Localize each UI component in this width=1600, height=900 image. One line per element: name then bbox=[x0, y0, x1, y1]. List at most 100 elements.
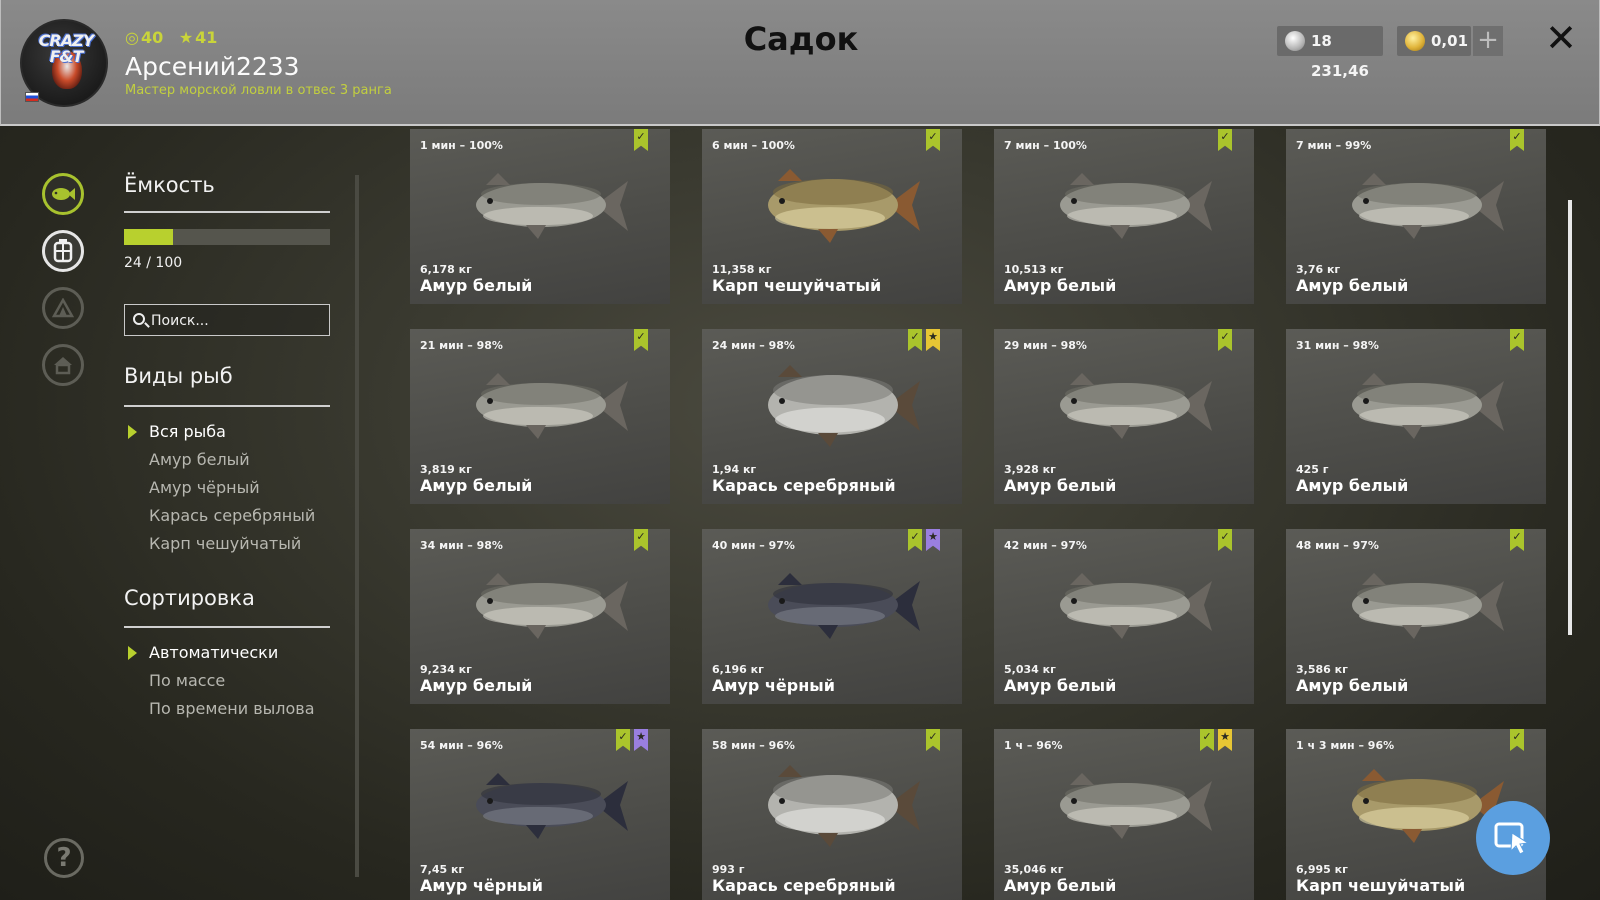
species-divider bbox=[124, 405, 330, 407]
catch-time-freshness: 7 мин – 100% bbox=[1004, 139, 1087, 152]
search-input[interactable] bbox=[151, 309, 327, 333]
check-bookmark-icon: ✓ bbox=[1510, 129, 1524, 151]
checkmark-icon: ✓ bbox=[636, 530, 646, 543]
gold-coins-icon bbox=[1405, 31, 1425, 51]
fish-card[interactable]: 54 мин – 96% 7,45 кг Амур чёрный ★ ✓ bbox=[410, 729, 670, 900]
check-bookmark-icon: ✓ bbox=[1218, 529, 1232, 551]
grass-carp-fish-image bbox=[476, 173, 628, 239]
checkmark-icon: ✓ bbox=[1512, 730, 1522, 743]
catch-time-freshness: 24 мин – 98% bbox=[712, 339, 795, 352]
check-bookmark-icon: ✓ bbox=[908, 329, 922, 351]
fish-card[interactable]: 58 мин – 96% 993 г Карась серебряный ✓ bbox=[702, 729, 962, 900]
catch-time-freshness: 21 мин – 98% bbox=[420, 339, 503, 352]
species-option-black-carp[interactable]: Амур чёрный bbox=[149, 478, 260, 497]
fish-weight: 5,034 кг bbox=[1004, 663, 1056, 676]
cursor-mode-button[interactable] bbox=[1476, 801, 1550, 875]
grass-carp-fish-image bbox=[476, 373, 628, 439]
crucian-fish-image bbox=[768, 365, 920, 447]
grass-carp-fish-image bbox=[476, 573, 628, 639]
grid-scrollbar[interactable] bbox=[1568, 200, 1572, 635]
checkmark-icon: ✓ bbox=[1202, 730, 1212, 743]
keepnet-tab-icon[interactable] bbox=[42, 230, 84, 272]
checkmark-icon: ✓ bbox=[618, 730, 628, 743]
catch-time-freshness: 58 мин – 96% bbox=[712, 739, 795, 752]
catch-time-freshness: 1 ч 3 мин – 96% bbox=[1296, 739, 1395, 752]
fish-weight: 7,45 кг bbox=[420, 863, 465, 876]
fish-card[interactable]: 42 мин – 97% 5,034 кг Амур белый ✓ bbox=[994, 529, 1254, 704]
fish-card[interactable]: 40 мин – 97% 6,196 кг Амур чёрный ★ ✓ bbox=[702, 529, 962, 704]
fish-card[interactable]: 6 мин – 100% 11,358 кг Карп чешуйчатый ✓ bbox=[702, 129, 962, 304]
catch-time-freshness: 29 мин – 98% bbox=[1004, 339, 1087, 352]
silver-balance: 18 231,46 bbox=[1277, 26, 1383, 80]
checkmark-icon: ✓ bbox=[636, 130, 646, 143]
catch-time-freshness: 54 мин – 96% bbox=[420, 739, 503, 752]
grass-carp-fish-image bbox=[1060, 373, 1212, 439]
player-rank: Мастер морской ловли в отвес 3 ранга bbox=[125, 83, 392, 98]
species-option-carp[interactable]: Карп чешуйчатый bbox=[149, 534, 301, 553]
fish-card[interactable]: 21 мин – 98% 3,819 кг Амур белый ✓ bbox=[410, 329, 670, 504]
rare-star-bookmark-icon: ★ bbox=[634, 729, 648, 751]
trophy-star-bookmark-icon: ★ bbox=[926, 329, 940, 351]
tent-tab-icon[interactable] bbox=[42, 287, 84, 329]
catch-time-freshness: 7 мин – 99% bbox=[1296, 139, 1372, 152]
fish-weight: 3,76 кг bbox=[1296, 263, 1341, 276]
sort-option-weight[interactable]: По массе bbox=[149, 671, 225, 690]
grass-carp-fish-image bbox=[1060, 173, 1212, 239]
fish-weight: 3,819 кг bbox=[420, 463, 472, 476]
checkmark-icon: ✓ bbox=[910, 530, 920, 543]
fish-card[interactable]: 24 мин – 98% 1,94 кг Карась серебряный ★ ✓ bbox=[702, 329, 962, 504]
species-option-all[interactable]: Вся рыба bbox=[149, 422, 226, 441]
grass-carp-fish-image bbox=[1352, 373, 1504, 439]
fish-name: Амур белый bbox=[1004, 276, 1117, 295]
sort-option-time[interactable]: По времени вылова bbox=[149, 699, 315, 718]
species-option-crucian[interactable]: Карась серебряный bbox=[149, 506, 315, 525]
check-bookmark-icon: ✓ bbox=[1218, 329, 1232, 351]
selected-arrow-icon bbox=[128, 425, 137, 439]
star-icon: ★ bbox=[178, 28, 194, 47]
add-currency-button[interactable]: + bbox=[1473, 26, 1503, 56]
species-option-grass-carp[interactable]: Амур белый bbox=[149, 450, 250, 469]
fish-card[interactable]: 34 мин – 98% 9,234 кг Амур белый ✓ bbox=[410, 529, 670, 704]
fish-name: Амур чёрный bbox=[420, 876, 543, 895]
close-button[interactable]: ✕ bbox=[1541, 18, 1581, 58]
fish-weight: 425 г bbox=[1296, 463, 1329, 476]
fish-weight: 6,995 кг bbox=[1296, 863, 1348, 876]
search-box[interactable] bbox=[124, 304, 330, 336]
fish-card[interactable]: 1 мин – 100% 6,178 кг Амур белый ✓ bbox=[410, 129, 670, 304]
fish-card[interactable]: 31 мин – 98% 425 г Амур белый ✓ bbox=[1286, 329, 1546, 504]
filter-panel-scrollbar[interactable] bbox=[355, 175, 359, 877]
check-bookmark-icon: ✓ bbox=[926, 129, 940, 151]
fish-name: Карп чешуйчатый bbox=[712, 276, 882, 295]
help-button[interactable]: ? bbox=[44, 838, 84, 878]
player-name: Арсений2233 bbox=[125, 52, 300, 81]
fish-tab-icon[interactable] bbox=[42, 173, 84, 215]
russia-flag-icon bbox=[25, 92, 39, 102]
star-icon: ★ bbox=[1220, 730, 1230, 743]
sort-option-auto[interactable]: Автоматически bbox=[149, 643, 278, 662]
check-bookmark-icon: ✓ bbox=[1510, 529, 1524, 551]
page-title: Садок bbox=[743, 20, 859, 58]
house-tab-icon[interactable] bbox=[42, 344, 84, 386]
fish-name: Амур белый bbox=[420, 676, 533, 695]
checkmark-icon: ✓ bbox=[1512, 130, 1522, 143]
fish-card[interactable]: 1 ч – 96% 35,046 кг Амур белый ★ ✓ bbox=[994, 729, 1254, 900]
capacity-count: 24 / 100 bbox=[124, 255, 183, 271]
player-stars: 41 bbox=[195, 28, 218, 47]
fish-card[interactable]: 48 мин – 97% 3,586 кг Амур белый ✓ bbox=[1286, 529, 1546, 704]
check-bookmark-icon: ✓ bbox=[908, 529, 922, 551]
catch-time-freshness: 1 ч – 96% bbox=[1004, 739, 1063, 752]
selected-arrow-icon bbox=[128, 646, 137, 660]
star-icon: ★ bbox=[928, 530, 938, 543]
checkmark-icon: ✓ bbox=[1220, 530, 1230, 543]
fish-name: Карась серебряный bbox=[712, 476, 896, 495]
level-icon: ◎ bbox=[125, 28, 139, 47]
fish-card[interactable]: 29 мин – 98% 3,928 кг Амур белый ✓ bbox=[994, 329, 1254, 504]
capacity-title: Ёмкость bbox=[124, 173, 215, 197]
fish-name: Карась серебряный bbox=[712, 876, 896, 895]
cursor-window-icon bbox=[1494, 822, 1530, 855]
fish-card[interactable]: 7 мин – 99% 3,76 кг Амур белый ✓ bbox=[1286, 129, 1546, 304]
sorting-divider bbox=[124, 626, 330, 628]
capacity-bar-fill bbox=[124, 229, 174, 245]
fish-card[interactable]: 7 мин – 100% 10,513 кг Амур белый ✓ bbox=[994, 129, 1254, 304]
fish-name: Амур белый bbox=[420, 276, 533, 295]
